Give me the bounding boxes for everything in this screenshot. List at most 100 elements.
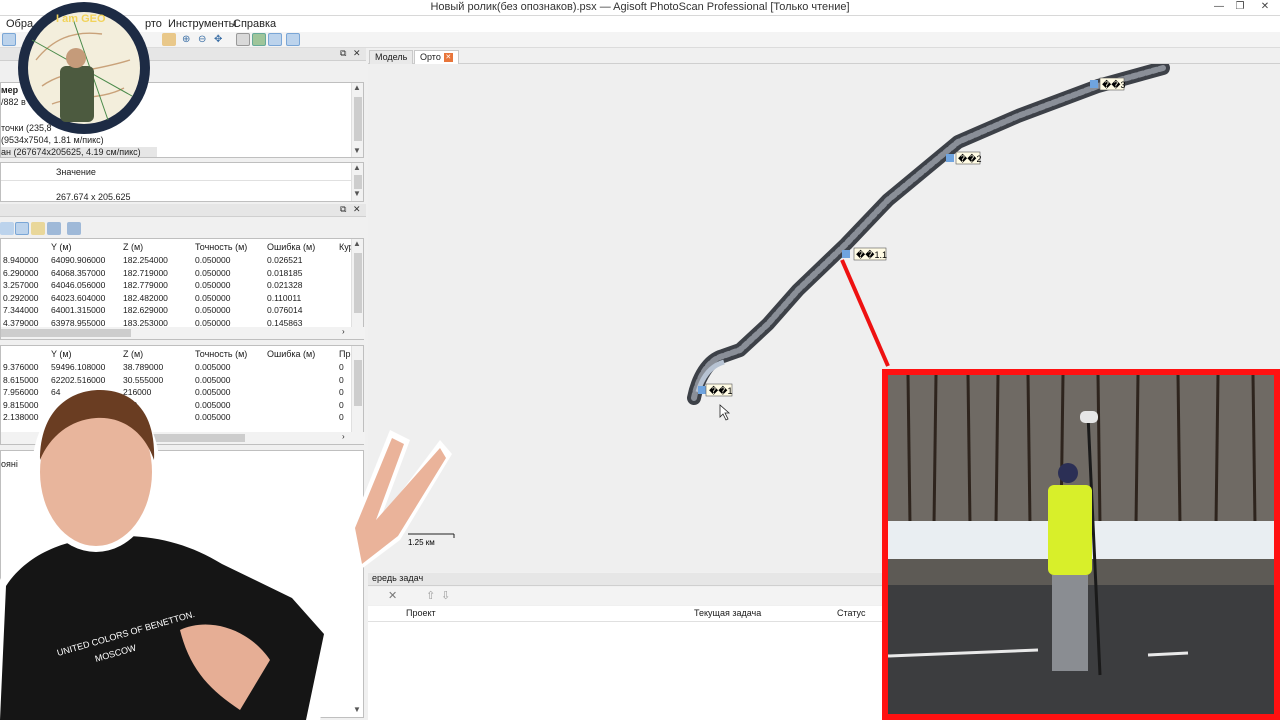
markers-table: Y (м) Z (м) Точность (м) Ошибка (м) Кур … [1,239,354,329]
column-header[interactable]: Y (м) [49,346,121,361]
column-header[interactable]: Пр [337,346,351,361]
column-header[interactable]: Z (м) [121,239,193,254]
channel-logo: I am GEO [18,2,150,134]
reference-panel-header: ⧉ ✕ [0,204,366,217]
column-header[interactable]: Z (м) [121,346,193,361]
scroll-down-icon[interactable]: ▼ [353,146,361,155]
column-header[interactable]: Точность (м) [193,239,265,254]
table-row[interactable]: 8.940000 64090.906000 182.254000 0.050000 0.… [1,254,354,267]
workspace-line-selected[interactable]: ан (267674x205625, 4.19 см/пикс) [1,147,157,157]
cell: 59496.108000 [51,362,106,373]
cell: 0.050000 [195,255,231,266]
cell: 7.344000 [3,305,39,316]
cell: 0.018185 [267,267,303,278]
import-button[interactable] [0,222,14,235]
cell: 182.779000 [123,280,168,291]
hscroll-thumb[interactable] [1,329,131,337]
cell: 64001.315000 [51,305,106,316]
cell: 0.110011 [267,292,302,303]
column-header[interactable]: Ошибка (м) [265,239,337,254]
cell: 0.292000 [3,292,39,303]
minimize-button[interactable]: — [1208,0,1230,15]
column-header-current-task[interactable]: Текущая задача [694,608,761,618]
convert-button[interactable] [31,222,45,235]
cell: 64046.056000 [51,280,106,291]
scroll-down-icon[interactable]: ▼ [353,189,361,198]
marker-label[interactable]: ��3 [1102,79,1125,90]
markers-hscrollbar[interactable]: › [1,327,365,339]
cell: 182.719000 [123,267,168,278]
presenter-overlay: UNITED COLORS OF BENETTON. MOSCOW [0,388,452,720]
column-header[interactable]: Y (м) [49,239,121,254]
column-header[interactable]: Точность (м) [193,346,265,361]
scroll-thumb[interactable] [354,175,362,189]
show-markers-button[interactable] [268,33,282,46]
cell: 0.076014 [267,305,303,316]
surveyor-legs [1052,575,1088,671]
cell: 0.050000 [195,280,231,291]
table-row[interactable]: 6.290000 64068.357000 182.719000 0.050000 0.… [1,267,354,280]
scroll-right-icon[interactable]: › [342,327,345,336]
marker-flag-icon [1090,80,1098,88]
logo-text: I am GEO [56,13,106,25]
move-button[interactable]: ✥ [214,33,228,46]
markers-table-scrollbar[interactable]: ▲ [351,239,363,327]
cell: 0.050000 [195,305,231,316]
marker-label[interactable]: ��2 [958,153,981,164]
marker-label[interactable]: ��1 [709,385,732,396]
table-row[interactable]: 3.257000 64046.056000 182.779000 0.050000 0.… [1,279,354,292]
scroll-thumb[interactable] [354,97,362,141]
close-panel-icon[interactable]: ✕ [353,48,361,59]
photo-road-marking [1147,651,1189,657]
show-shapes-button[interactable] [286,33,300,46]
tab-close-icon[interactable]: ✕ [443,53,453,63]
scroll-thumb[interactable] [354,253,362,313]
cell: 3.257000 [3,280,39,291]
scroll-up-icon[interactable]: ▲ [353,83,361,92]
window-title: Новый ролик(без опознаков).psx — Agisoft… [430,1,850,13]
gnss-receiver [1080,411,1098,423]
properties-scrollbar[interactable]: ▲ ▼ [351,163,363,201]
properties-panel: Значение 267.674 x 205.625 ▲ ▼ [0,162,364,202]
markers-table-panel: Y (м) Z (м) Точность (м) Ошибка (м) Кур … [0,238,365,340]
close-button[interactable]: ✕ [1254,0,1276,15]
tab-ortho[interactable]: Орто ✕ [414,50,459,64]
zoom-out-button[interactable]: ⊖ [198,33,212,46]
scroll-up-icon[interactable]: ▲ [353,163,361,172]
logo-person [60,66,94,122]
export-button[interactable] [15,222,29,235]
restore-button[interactable]: ❐ [1229,0,1251,15]
close-panel-icon[interactable]: ✕ [353,204,361,215]
scroll-up-icon[interactable]: ▲ [353,239,361,248]
table-header-row: Y (м) Z (м) Точность (м) Ошибка (м) Кур [1,239,354,254]
cell: 0.026521 [267,255,303,266]
show-ortho-button[interactable] [252,33,266,46]
show-image-button[interactable] [236,33,250,46]
table-row[interactable]: 0.292000 64023.604000 182.482000 0.050000 0.… [1,292,354,305]
column-header[interactable]: Ошибка (м) [265,346,337,361]
zoom-in-button[interactable]: ⊕ [182,33,196,46]
marker-label[interactable]: ��1.1 [856,249,887,260]
cell: 38.789000 [123,362,164,373]
table-row[interactable]: 9.376000 59496.108000 38.789000 0.005000 0 [1,361,351,374]
cell: 0 [339,362,344,373]
cell: 6.290000 [3,267,39,278]
workspace-scrollbar[interactable]: ▲ ▼ [351,83,363,157]
rotate-object-button[interactable] [162,33,176,46]
menu-item-tools[interactable]: Инструменты [168,18,237,30]
optimize-button[interactable] [47,222,61,235]
menu-item-help[interactable]: Справка [233,18,276,30]
column-header-status[interactable]: Статус [837,608,865,618]
marker-flag-icon [842,250,850,258]
table-row[interactable]: 7.344000 64001.315000 182.629000 0.050000 0.… [1,304,354,317]
move-icon: ✥ [214,34,223,45]
cell: 182.254000 [123,255,168,266]
tab-model[interactable]: Модель [369,50,414,64]
marker-flag-icon [946,154,954,162]
cell: 9.376000 [3,362,39,373]
cell: 64023.604000 [51,292,106,303]
cell: 0.005000 [195,362,231,373]
float-panel-icon[interactable]: ⧉ [340,204,346,215]
settings-button[interactable] [67,222,81,235]
float-panel-icon[interactable]: ⧉ [340,48,346,59]
